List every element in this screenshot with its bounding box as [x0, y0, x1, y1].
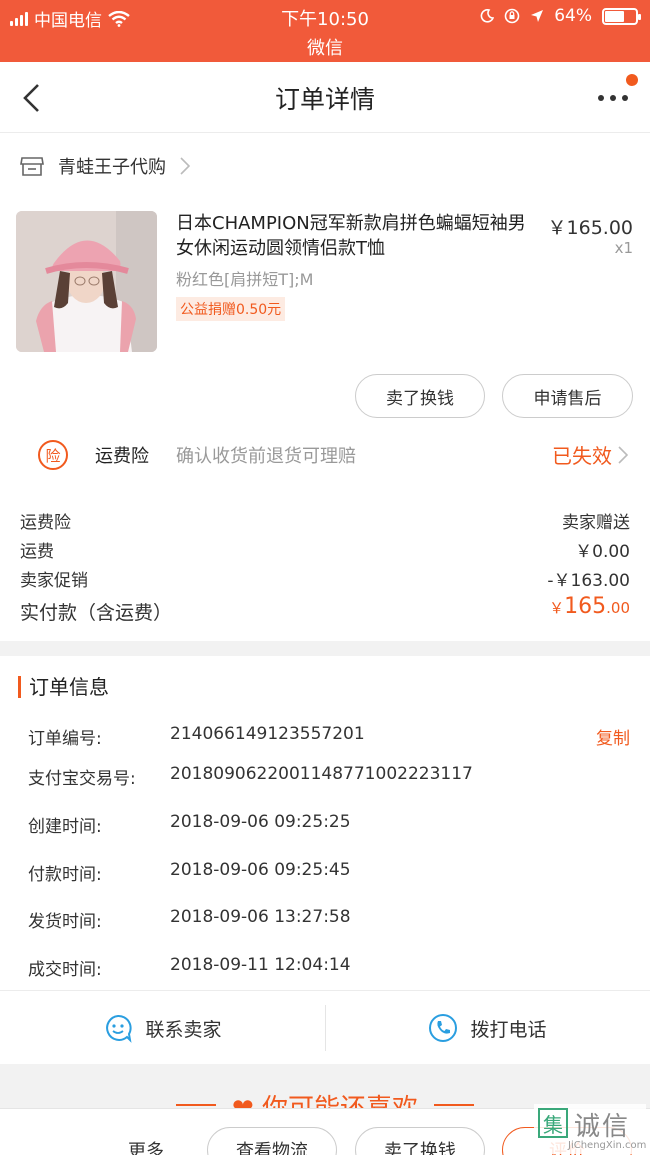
info-row-created: 创建时间: 2018-09-06 09:25:25 — [28, 812, 630, 837]
sell-button[interactable]: 卖了换钱 — [355, 374, 485, 418]
info-value: 2018-09-06 09:25:45 — [170, 860, 351, 880]
info-value: 2018-09-06 09:25:25 — [170, 812, 351, 832]
sell-again-button[interactable]: 卖了换钱 — [355, 1127, 485, 1155]
fee-label: 运费 — [20, 542, 54, 562]
info-label: 订单编号: — [28, 729, 102, 749]
watermark-sub: JiChengXin.com — [568, 1140, 647, 1151]
info-row-alipay-id: 支付宝交易号: 2018090622001148771002223117 — [28, 764, 630, 789]
info-row-paid: 付款时间: 2018-09-06 09:25:45 — [28, 860, 630, 885]
store-icon — [20, 157, 44, 176]
product-photo — [16, 211, 157, 352]
battery-percent: 64% — [554, 6, 592, 26]
product-sku: 粉红色[肩拼短T];M — [176, 270, 314, 289]
nav-bar: 订单详情 — [0, 62, 650, 133]
info-value: 214066149123557201 — [170, 724, 365, 744]
info-label: 付款时间: — [28, 865, 102, 885]
info-value: 2018-09-11 12:04:14 — [170, 955, 351, 975]
location-icon — [531, 10, 544, 22]
order-info-title: 订单信息 — [18, 676, 109, 698]
watermark-logo: 集 诚信 JiChengXin.com — [534, 1104, 646, 1154]
insurance-desc: 确认收货前退货可理赔 — [176, 446, 356, 467]
battery-icon — [602, 7, 641, 25]
after-sale-button[interactable]: 申请售后 — [502, 374, 633, 418]
phone-icon — [429, 1014, 458, 1042]
shipping-insurance-row[interactable]: 险 运费险 确认收货前退货可理赔 已失效 — [0, 428, 650, 484]
fee-row: 运费 ￥0.00 — [20, 537, 630, 562]
info-label: 成交时间: — [28, 960, 102, 980]
contact-seller-button[interactable]: 联系卖家 — [0, 991, 325, 1065]
status-bar: 中国电信 下午10:50 微信 64% — [0, 0, 650, 62]
more-button[interactable]: 更多 — [128, 1137, 164, 1155]
insurance-badge-icon: 险 — [38, 440, 68, 470]
fee-label: 运费险 — [20, 513, 71, 533]
product-qty: x1 — [614, 239, 633, 257]
info-row-shipped: 发货时间: 2018-09-06 13:27:58 — [28, 907, 630, 932]
shop-link[interactable]: 青蛙王子代购 — [20, 153, 190, 179]
watermark-text: 诚信 — [574, 1112, 631, 1142]
fee-value: -￥163.00 — [547, 571, 630, 591]
contact-seller-label: 联系卖家 — [145, 1018, 222, 1041]
total-row: 实付款（含运费） ￥165.00 — [20, 594, 630, 625]
fee-value: 卖家赠送 — [562, 513, 630, 533]
order-info-card: 订单信息 订单编号: 214066149123557201 复制 支付宝交易号:… — [0, 656, 650, 990]
total-amount: ￥165.00 — [549, 594, 630, 619]
info-row-order-id: 订单编号: 214066149123557201 复制 — [28, 724, 630, 749]
product-title[interactable]: 日本CHAMPION冠军新款肩拼色蝙蝠短袖男女休闲运动圆领情侣款T恤 — [176, 211, 536, 261]
chat-icon — [106, 1014, 133, 1043]
insurance-name: 运费险 — [95, 446, 149, 467]
contact-bar: 联系卖家 拨打电话 — [0, 990, 650, 1064]
info-row-completed: 成交时间: 2018-09-11 12:04:14 — [28, 955, 630, 980]
total-label: 实付款（含运费） — [20, 602, 173, 624]
product-image[interactable] — [16, 211, 157, 352]
info-value: 2018-09-06 13:27:58 — [170, 907, 351, 927]
copy-button[interactable]: 复制 — [596, 724, 630, 749]
info-value: 2018090622001148771002223117 — [170, 764, 473, 784]
notification-dot — [626, 74, 638, 86]
call-button[interactable]: 拨打电话 — [325, 991, 650, 1065]
insurance-status: 已失效 — [552, 444, 612, 468]
product-price: ￥165.00 — [547, 217, 633, 239]
chevron-right-icon — [618, 446, 628, 464]
info-label: 创建时间: — [28, 817, 102, 837]
more-icon[interactable] — [598, 88, 632, 108]
chevron-right-icon — [180, 157, 190, 175]
charity-badge: 公益捐赠0.50元 — [176, 297, 286, 321]
fee-row: 运费险 卖家赠送 — [20, 508, 630, 533]
shop-name: 青蛙王子代购 — [58, 157, 166, 178]
watermark-mark: 集 — [538, 1108, 568, 1138]
recommend-line-right — [434, 1104, 474, 1106]
call-label: 拨打电话 — [470, 1018, 547, 1041]
status-right: 64% — [480, 6, 641, 26]
app-name: 微信 — [307, 38, 343, 59]
page-title: 订单详情 — [274, 85, 375, 114]
order-card: 青蛙王子代购 日本CHAMPION冠军新款肩拼色蝙蝠短袖男女休闲运动圆领情侣款T… — [0, 133, 650, 641]
rotation-lock-icon — [504, 8, 520, 24]
info-label: 发货时间: — [28, 912, 102, 932]
fee-value: ￥0.00 — [575, 542, 630, 562]
logistics-button[interactable]: 查看物流 — [207, 1127, 337, 1155]
moon-icon — [480, 9, 495, 23]
fee-row: 卖家促销 -￥163.00 — [20, 566, 630, 591]
fee-label: 卖家促销 — [20, 571, 88, 591]
info-label: 支付宝交易号: — [28, 769, 136, 789]
